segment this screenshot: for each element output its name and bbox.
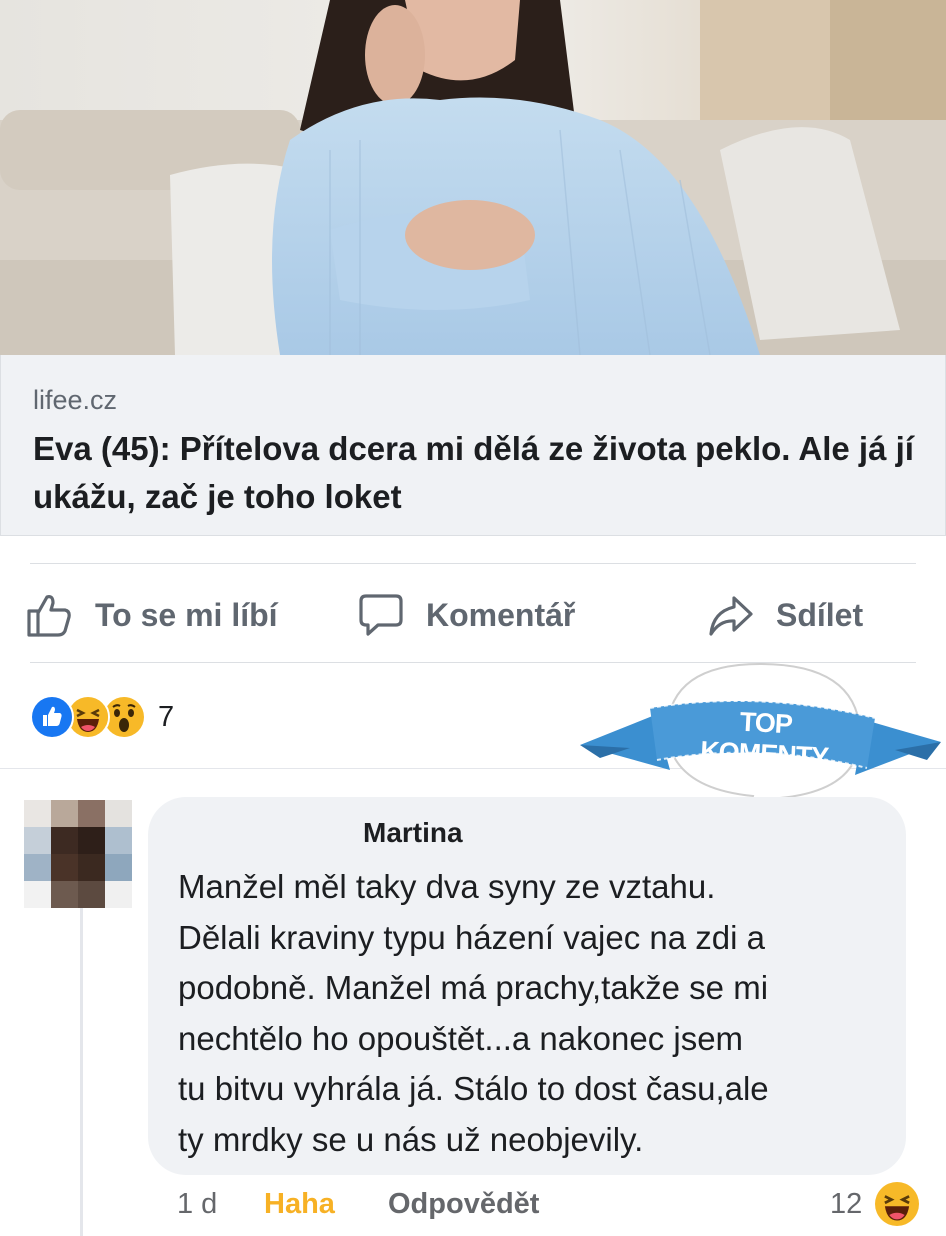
reactions-summary[interactable]: 7 (30, 695, 174, 739)
action-bar: To se mi líbí Komentář Sdílet (0, 585, 946, 645)
like-label: To se mi líbí (95, 596, 278, 633)
comment-author[interactable]: Martina (363, 817, 463, 849)
comment-text: Manžel měl taky dva syny ze vztahu. Děla… (178, 868, 769, 1158)
thread-line (80, 908, 83, 1236)
share-button[interactable]: Sdílet (708, 585, 863, 645)
comment-time[interactable]: 1 d (177, 1188, 217, 1221)
like-icon (30, 695, 74, 739)
badge-label: TOP KOMENTY (699, 706, 829, 773)
comment-bubble[interactable]: Martina Manžel měl taky dva syny ze vzta… (148, 797, 906, 1175)
divider (30, 563, 916, 564)
share-label: Sdílet (776, 596, 864, 633)
article-image[interactable] (0, 0, 946, 355)
reaction-button[interactable]: Haha (264, 1188, 335, 1221)
comment-bubble-icon (359, 594, 403, 636)
haha-icon[interactable] (875, 1182, 919, 1226)
link-domain: lifee.cz (33, 385, 118, 415)
reply-button[interactable]: Odpovědět (388, 1188, 539, 1221)
link-preview[interactable]: lifee.cz Eva (45): Přítelova dcera mi dě… (0, 355, 946, 536)
avatar[interactable] (24, 800, 132, 908)
comment-button[interactable]: Komentář (358, 585, 575, 645)
pixelated-profile-photo (24, 800, 132, 908)
like-button[interactable]: To se mi líbí (25, 585, 278, 645)
thumbs-up-icon (27, 595, 71, 637)
comment-label: Komentář (426, 596, 576, 633)
reaction-count: 7 (158, 700, 175, 733)
woman-on-sofa-photo (0, 0, 946, 355)
link-title[interactable]: Eva (45): Přítelova dcera mi dělá ze živ… (33, 425, 923, 521)
share-arrow-icon (709, 596, 753, 636)
comment-reaction-count[interactable]: 12 (830, 1188, 862, 1221)
comment-meta: 1 d Haha Odpovědět 12 (0, 1182, 946, 1228)
